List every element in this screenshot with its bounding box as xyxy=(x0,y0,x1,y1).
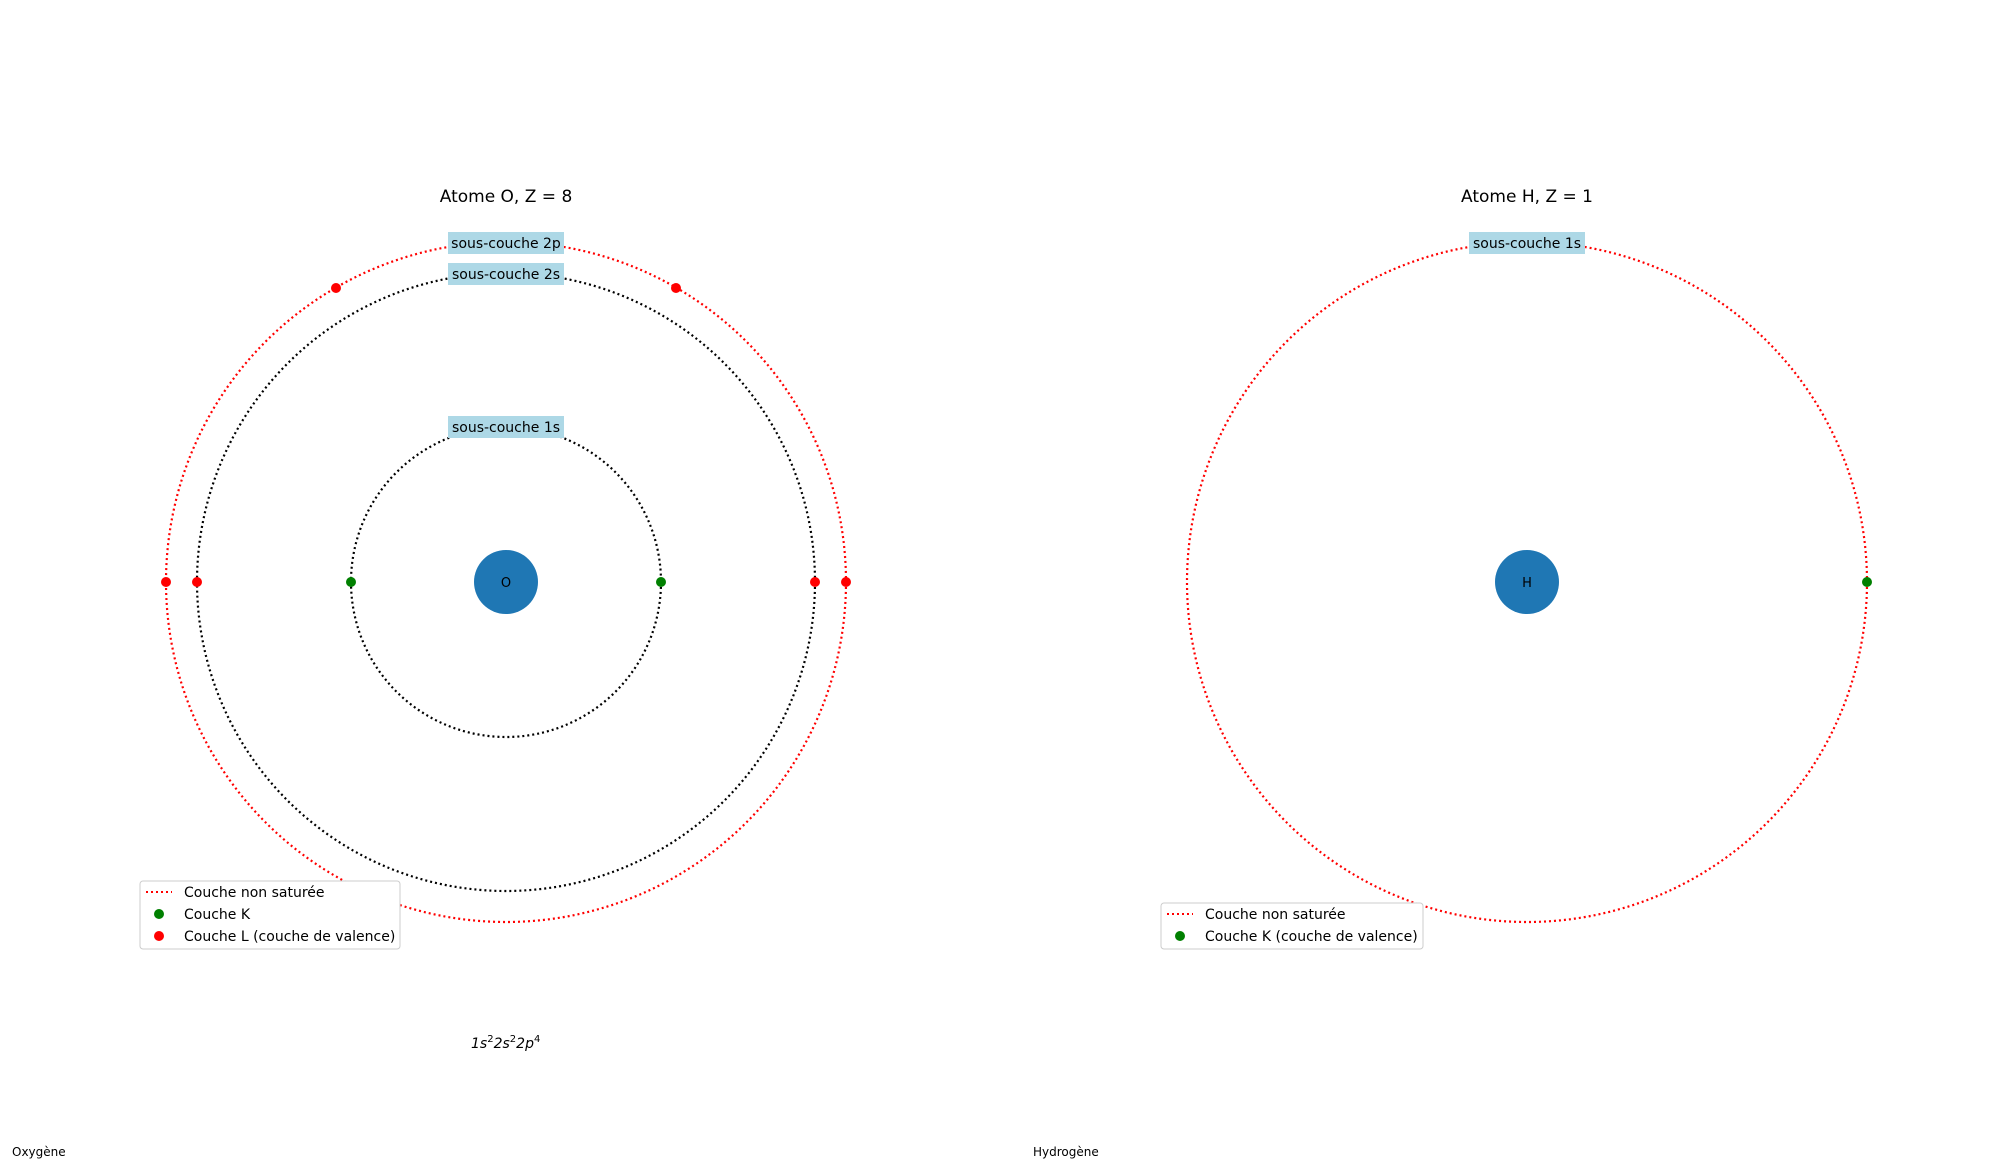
oxygen-panel: Atome O, Z = 8 O sous-couche 2p sous-cou… xyxy=(12,187,851,1159)
oxygen-legend: Couche non saturée Couche K Couche L (co… xyxy=(139,880,401,950)
oxygen-label-2s: sous-couche 2s xyxy=(452,267,560,283)
hydrogen-nucleus-label: H xyxy=(1522,576,1532,591)
config-part-2s: 2s xyxy=(494,1036,510,1052)
oxygen-footer: Oxygène xyxy=(12,1145,66,1159)
oxygen-electron-k xyxy=(656,577,666,587)
config-part-2p: 2p xyxy=(516,1036,534,1052)
legend-dot-l xyxy=(154,931,164,941)
config-part-1s: 1s xyxy=(471,1036,487,1052)
oxygen-electron-l xyxy=(192,577,202,587)
oxygen-electron-l xyxy=(810,577,820,587)
legend-item-l: Couche L (couche de valence) xyxy=(184,929,395,945)
hydrogen-title: Atome H, Z = 1 xyxy=(1461,187,1593,207)
legend-item-unsaturated: Couche non saturée xyxy=(184,885,325,901)
oxygen-electron-l xyxy=(671,283,681,293)
hydrogen-footer: Hydrogène xyxy=(1033,1145,1099,1159)
oxygen-electron-l xyxy=(331,283,341,293)
oxygen-title: Atome O, Z = 8 xyxy=(440,187,573,207)
oxygen-electron-k xyxy=(346,577,356,587)
oxygen-electron-l xyxy=(161,577,171,587)
hydrogen-panel: Atome H, Z = 1 H sous-couche 1s Couche n… xyxy=(1033,187,1872,1159)
config-exp-2p: 4 xyxy=(534,1034,540,1045)
hydrogen-legend: Couche non saturée Couche K (couche de v… xyxy=(1160,902,1424,950)
legend-dot-k xyxy=(1175,931,1185,941)
legend-item-k-valence: Couche K (couche de valence) xyxy=(1205,929,1418,945)
oxygen-label-1s: sous-couche 1s xyxy=(452,420,560,436)
hydrogen-electron-k xyxy=(1862,577,1872,587)
oxygen-electron-configuration: 1s22s22p4 xyxy=(471,1034,540,1052)
legend-dot-k xyxy=(154,909,164,919)
hydrogen-label-1s: sous-couche 1s xyxy=(1473,236,1581,252)
oxygen-label-2p: sous-couche 2p xyxy=(451,236,561,252)
atom-diagram: Atome O, Z = 8 O sous-couche 2p sous-cou… xyxy=(12,187,1872,1159)
oxygen-electron-l xyxy=(841,577,851,587)
legend-item-k: Couche K xyxy=(184,907,251,923)
legend-item-unsaturated: Couche non saturée xyxy=(1205,907,1346,923)
oxygen-nucleus-label: O xyxy=(501,576,511,591)
